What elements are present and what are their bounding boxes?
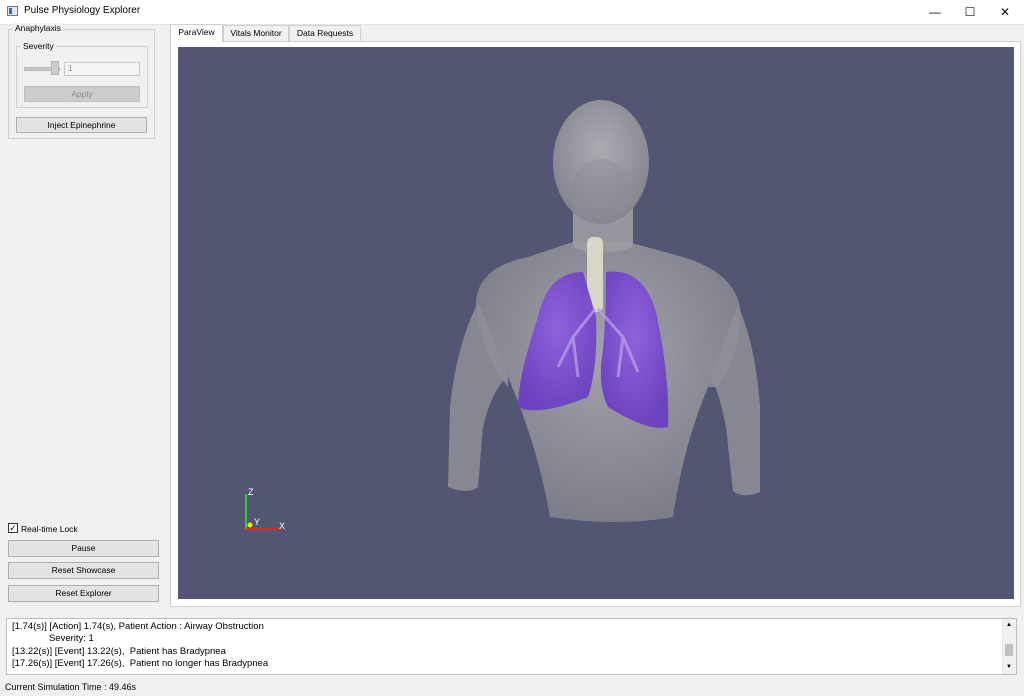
simulation-time-status: Current Simulation Time : 49.46s [5, 682, 137, 692]
paraview-viewport[interactable]: Z Y X [178, 47, 1014, 599]
realtime-lock-checkbox[interactable]: ✓ [8, 523, 18, 533]
reset-explorer-button[interactable]: Reset Explorer [8, 585, 159, 602]
severity-label: Severity [21, 41, 56, 51]
log-line: [17.26(s)] [Event] 17.26(s), Patient no … [12, 658, 269, 669]
scroll-down-icon[interactable]: ▼ [1006, 664, 1012, 670]
tab-data-requests[interactable]: Data Requests [289, 25, 361, 41]
reset-showcase-button[interactable]: Reset Showcase [8, 562, 159, 579]
tab-paraview[interactable]: ParaView [170, 24, 223, 42]
event-log[interactable]: [1.74(s)] [Action] 1.74(s), Patient Acti… [6, 618, 1017, 675]
title-bar: Pulse Physiology Explorer — ☐ ✕ [0, 0, 1024, 25]
maximize-button[interactable]: ☐ [953, 0, 987, 24]
apply-button[interactable]: Apply [24, 86, 140, 102]
anaphylaxis-group-title: Anaphylaxis [13, 23, 63, 33]
face-shadow [573, 159, 629, 215]
body-render [245, 100, 760, 530]
log-scrollbar[interactable]: ▲ ▼ [1002, 619, 1016, 674]
y-axis-label: Y [254, 517, 261, 527]
severity-input[interactable]: 1 [64, 62, 140, 76]
scroll-thumb[interactable] [1005, 644, 1013, 656]
severity-slider-handle[interactable] [51, 61, 59, 75]
inject-epinephrine-button[interactable]: Inject Epinephrine [16, 117, 147, 133]
y-axis-dot [247, 522, 253, 528]
app-icon [7, 6, 18, 16]
pause-button[interactable]: Pause [8, 540, 159, 557]
log-line: [13.22(s)] [Event] 13.22(s), Patient has… [12, 646, 226, 657]
log-line: Severity: 1 [12, 633, 94, 644]
close-button[interactable]: ✕ [988, 0, 1022, 24]
tab-vitals-monitor[interactable]: Vitals Monitor [223, 25, 289, 41]
z-axis-label: Z [248, 487, 254, 497]
scroll-up-icon[interactable]: ▲ [1006, 622, 1012, 628]
log-line: [1.74(s)] [Action] 1.74(s), Patient Acti… [12, 621, 264, 632]
x-axis-label: X [279, 521, 286, 531]
window-title: Pulse Physiology Explorer [24, 5, 141, 16]
realtime-lock-label: Real-time Lock [21, 524, 78, 534]
minimize-button[interactable]: — [918, 0, 952, 24]
